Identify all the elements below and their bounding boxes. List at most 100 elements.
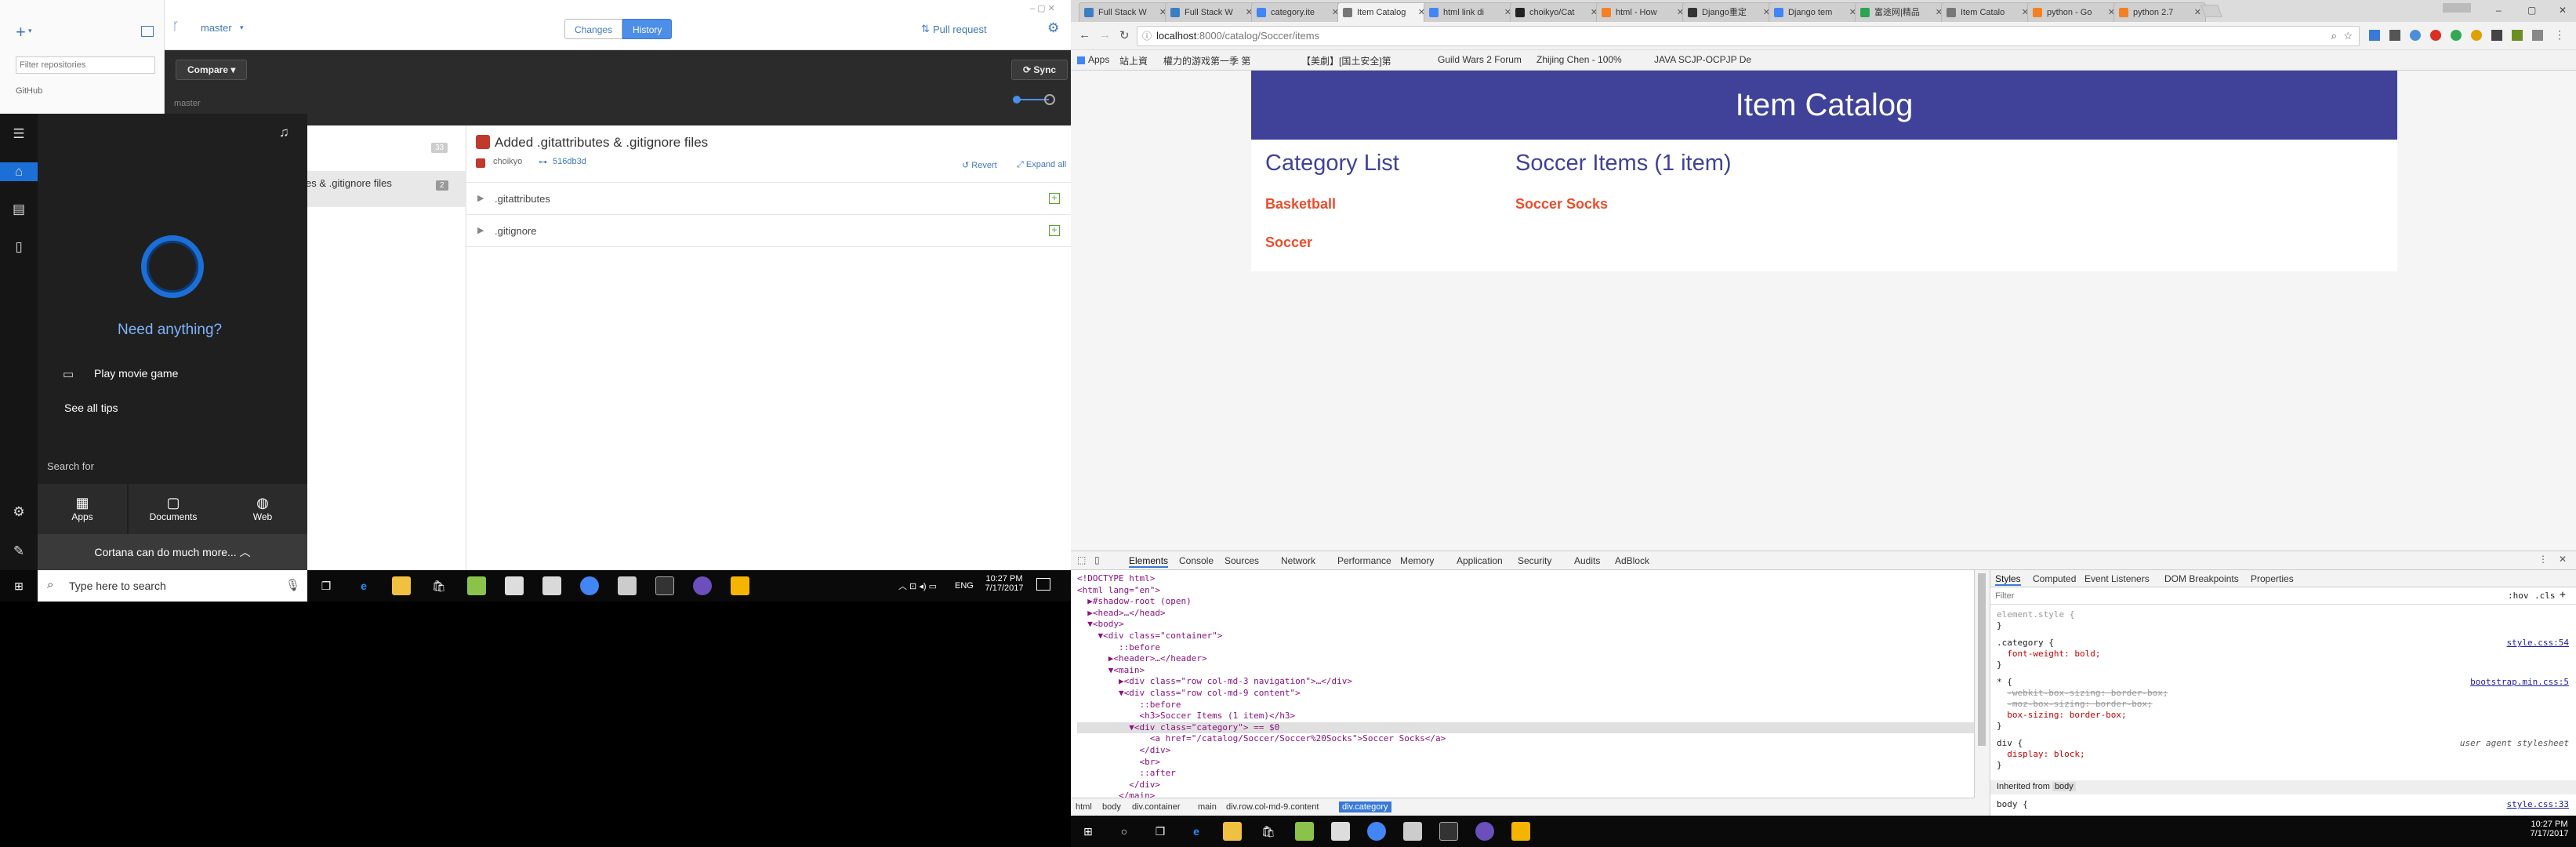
extension-icon[interactable]: [2451, 30, 2462, 41]
rule-declaration[interactable]: font-weight: bold;: [2007, 649, 2100, 659]
devtools-tab-network[interactable]: Network: [1281, 555, 1315, 566]
branch-selector[interactable]: master: [201, 22, 232, 34]
notepad-icon[interactable]: [1295, 822, 1314, 841]
breadcrumb-item[interactable]: main: [1198, 802, 1217, 812]
file-explorer-icon[interactable]: [1223, 822, 1242, 841]
dom-node-line[interactable]: ::before: [1077, 642, 1974, 654]
dom-node-line[interactable]: ▼<main>: [1077, 665, 1974, 677]
devtools-tab-sources[interactable]: Sources: [1225, 555, 1259, 566]
store-icon[interactable]: 🛍: [1259, 822, 1278, 841]
chevron-right-icon[interactable]: ▶: [477, 183, 484, 215]
category-link-basketball[interactable]: Basketball: [1265, 196, 1336, 213]
clock[interactable]: 10:27 PM 7/17/2017: [985, 574, 1024, 593]
close-icon[interactable]: ✕: [2559, 5, 2567, 16]
dom-node-line[interactable]: ::before: [1077, 700, 1974, 711]
extension-icon[interactable]: [2410, 30, 2421, 41]
close-devtools-icon[interactable]: ✕: [2559, 554, 2567, 565]
rule-declaration[interactable]: box-sizing: border-box;: [2007, 710, 2126, 720]
inspect-icon[interactable]: ⬚: [1077, 554, 1086, 565]
tab-styles[interactable]: Styles: [1995, 573, 2021, 586]
home-icon[interactable]: ⌂: [0, 162, 38, 181]
dom-node-line[interactable]: ::after: [1077, 768, 1974, 780]
task-view-icon[interactable]: ❐: [317, 576, 336, 595]
timeline-head[interactable]: [1044, 94, 1055, 105]
devtools-tab-elements[interactable]: Elements: [1129, 555, 1169, 568]
dom-node-line[interactable]: </div>: [1077, 745, 1974, 757]
revert-button[interactable]: ↺ Revert: [962, 160, 997, 170]
hover-state-toggle[interactable]: :hov: [2508, 591, 2529, 601]
notepad-icon[interactable]: [467, 576, 486, 595]
reload-icon[interactable]: ↻: [1119, 28, 1130, 42]
rule-source-link[interactable]: style.css:54: [2507, 638, 2569, 649]
terminal-icon[interactable]: [1439, 822, 1458, 841]
styles-filter-input[interactable]: [1995, 590, 2403, 602]
star-icon[interactable]: ☆: [2343, 27, 2353, 45]
file-explorer-icon[interactable]: [392, 576, 411, 595]
scrollbar-thumb[interactable]: [1978, 573, 1986, 746]
commit-sha[interactable]: 516db3d: [553, 157, 586, 166]
browser-tab[interactable]: Full Stack W ✕: [1165, 2, 1257, 22]
task-view-icon[interactable]: ❐: [1151, 822, 1170, 841]
dom-node-line[interactable]: ▶<header>…</header>: [1077, 653, 1974, 665]
back-icon[interactable]: ←: [1079, 28, 1090, 42]
cortana-more-button[interactable]: Cortana can do much more... ︿: [38, 534, 307, 570]
microphone-icon[interactable]: 🎙: [285, 578, 300, 592]
taskbar-search-box[interactable]: ⌕ Type here to search 🎙: [38, 570, 307, 602]
dom-node-line[interactable]: <!DOCTYPE html>: [1077, 573, 1974, 585]
breadcrumb-item[interactable]: html: [1076, 802, 1092, 812]
device-toolbar-icon[interactable]: ▯: [1094, 554, 1100, 565]
dom-node-line[interactable]: ▶<div class="row col-md-3 navigation">…<…: [1077, 676, 1974, 688]
rule-declaration[interactable]: -moz-box-sizing: border-box;: [2007, 699, 2152, 709]
dom-node-line[interactable]: ▼<div class="row col-md-9 content">: [1077, 688, 1974, 700]
chrome-menu-icon[interactable]: ⋮: [2554, 28, 2565, 42]
devtools-tab-audits[interactable]: Audits: [1574, 555, 1600, 566]
sync-button[interactable]: ⟳ Sync: [1011, 60, 1068, 80]
dom-node-line[interactable]: <html lang="en">: [1077, 585, 1974, 597]
app-icon[interactable]: [542, 576, 561, 595]
bookmark-item[interactable]: 站上資: [1119, 54, 1148, 67]
maximize-icon[interactable]: ▢: [2527, 5, 2536, 16]
feedback-icon[interactable]: ✎: [9, 542, 28, 561]
devtools-tab-adblock[interactable]: AdBlock: [1615, 555, 1649, 566]
bookmark-item[interactable]: 權力的游戏第一季 第: [1163, 54, 1250, 67]
bookmark-item[interactable]: Zhijing Chen - 100%: [1537, 54, 1622, 65]
gear-icon[interactable]: ⚙: [1047, 20, 1059, 36]
extension-icon[interactable]: [2491, 30, 2502, 41]
sourcetree-icon[interactable]: [731, 576, 749, 595]
site-title[interactable]: Item Catalog: [1736, 88, 1914, 122]
breadcrumb-item[interactable]: div.category: [1339, 802, 1391, 812]
bookmark-item[interactable]: JAVA SCJP-OCPJP De: [1654, 54, 1751, 65]
notebook-icon[interactable]: ▤: [9, 200, 28, 219]
virtualbox-icon[interactable]: [1331, 822, 1350, 841]
database-icon[interactable]: [1403, 822, 1422, 841]
tab-close-icon[interactable]: ✕: [2194, 3, 2201, 22]
browser-tab[interactable]: html - How ✕: [1596, 2, 1689, 22]
devtools-tab-application[interactable]: Application: [1457, 555, 1503, 566]
add-rule-icon[interactable]: +: [2560, 589, 2566, 601]
terminal-icon[interactable]: [655, 576, 674, 595]
devtools-tab-performance[interactable]: Performance: [1337, 555, 1391, 566]
breadcrumb-item[interactable]: body: [1102, 802, 1121, 812]
extension-icon[interactable]: [2369, 30, 2380, 41]
browser-tab[interactable]: category.ite ✕: [1251, 2, 1344, 22]
browser-tab[interactable]: python 2.7 ✕: [2113, 2, 2206, 22]
rule-declaration[interactable]: -webkit-box-sizing: border-box;: [2007, 688, 2168, 698]
timeline-dot[interactable]: [1013, 96, 1021, 104]
file-row[interactable]: ▶ .gitattributes +: [466, 183, 1071, 215]
dom-node-line[interactable]: ▼<div class="container">: [1077, 631, 1974, 642]
database-icon[interactable]: [618, 576, 637, 595]
tab-dom-breakpoints[interactable]: DOM Breakpoints: [2164, 573, 2239, 584]
cortana-item[interactable]: Play movie game: [94, 367, 178, 380]
browser-tab[interactable]: html link di ✕: [1424, 2, 1516, 22]
browser-tab[interactable]: Item Catalog ✕: [1337, 2, 1430, 22]
clock[interactable]: 10:27 PM 7/17/2017: [2529, 820, 2570, 838]
dom-node-line[interactable]: ▶#shadow-root (open): [1077, 596, 1974, 608]
extension-icon[interactable]: [2389, 30, 2400, 41]
chevron-down-icon[interactable]: ▾: [28, 27, 32, 35]
devtools-tab-console[interactable]: Console: [1179, 555, 1214, 566]
bookmark-item[interactable]: 【美劇】[国土安全]第: [1301, 54, 1391, 67]
sourcetree-icon[interactable]: [1511, 822, 1530, 841]
github-icon[interactable]: [693, 576, 712, 595]
browser-tab[interactable]: python - Go ✕: [2027, 2, 2120, 22]
devtools-tab-memory[interactable]: Memory: [1400, 555, 1434, 566]
